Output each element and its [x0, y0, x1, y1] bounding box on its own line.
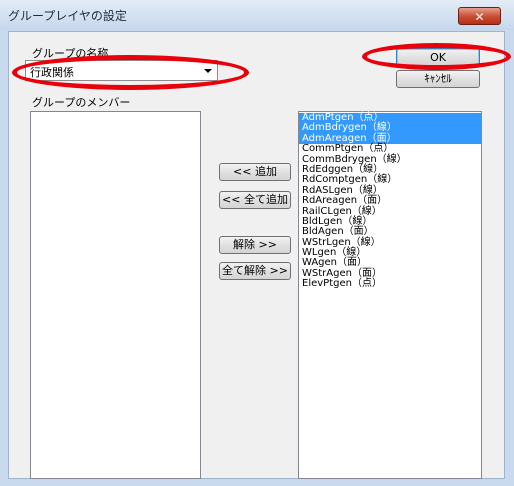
available-layer-item[interactable]: CommPtgen（点） [299, 143, 481, 154]
window-title: グループレイヤの設定 [8, 9, 127, 23]
group-members-list[interactable] [30, 111, 201, 479]
cancel-button[interactable]: ｷｬﾝｾﾙ [396, 70, 480, 88]
close-button[interactable]: ✕ [458, 7, 501, 25]
add-button[interactable]: << 追加 [219, 163, 291, 181]
highlight-ellipse-group-name [12, 55, 249, 90]
available-layers-list[interactable]: AdmPtgen（点） AdmBdrygen（線） AdmAreagen（面） Com… [298, 111, 482, 479]
title-bar[interactable]: グループレイヤの設定 ✕ [0, 0, 514, 30]
add-all-button[interactable]: << 全て追加 [219, 191, 291, 209]
highlight-ellipse-ok [362, 43, 511, 70]
available-layer-item[interactable]: RdAreagen（面） [299, 195, 481, 206]
available-layer-item[interactable]: ElevPtgen（点） [299, 278, 481, 289]
remove-button[interactable]: 解除 >> [219, 236, 291, 254]
group-layer-settings-dialog: グループレイヤの設定 ✕ グループの名称 行政関係 OK ｷｬﾝｾﾙ グループの… [0, 0, 514, 486]
members-label: グループのメンバー [32, 96, 131, 109]
remove-all-button[interactable]: 全て解除 >> [219, 262, 291, 280]
